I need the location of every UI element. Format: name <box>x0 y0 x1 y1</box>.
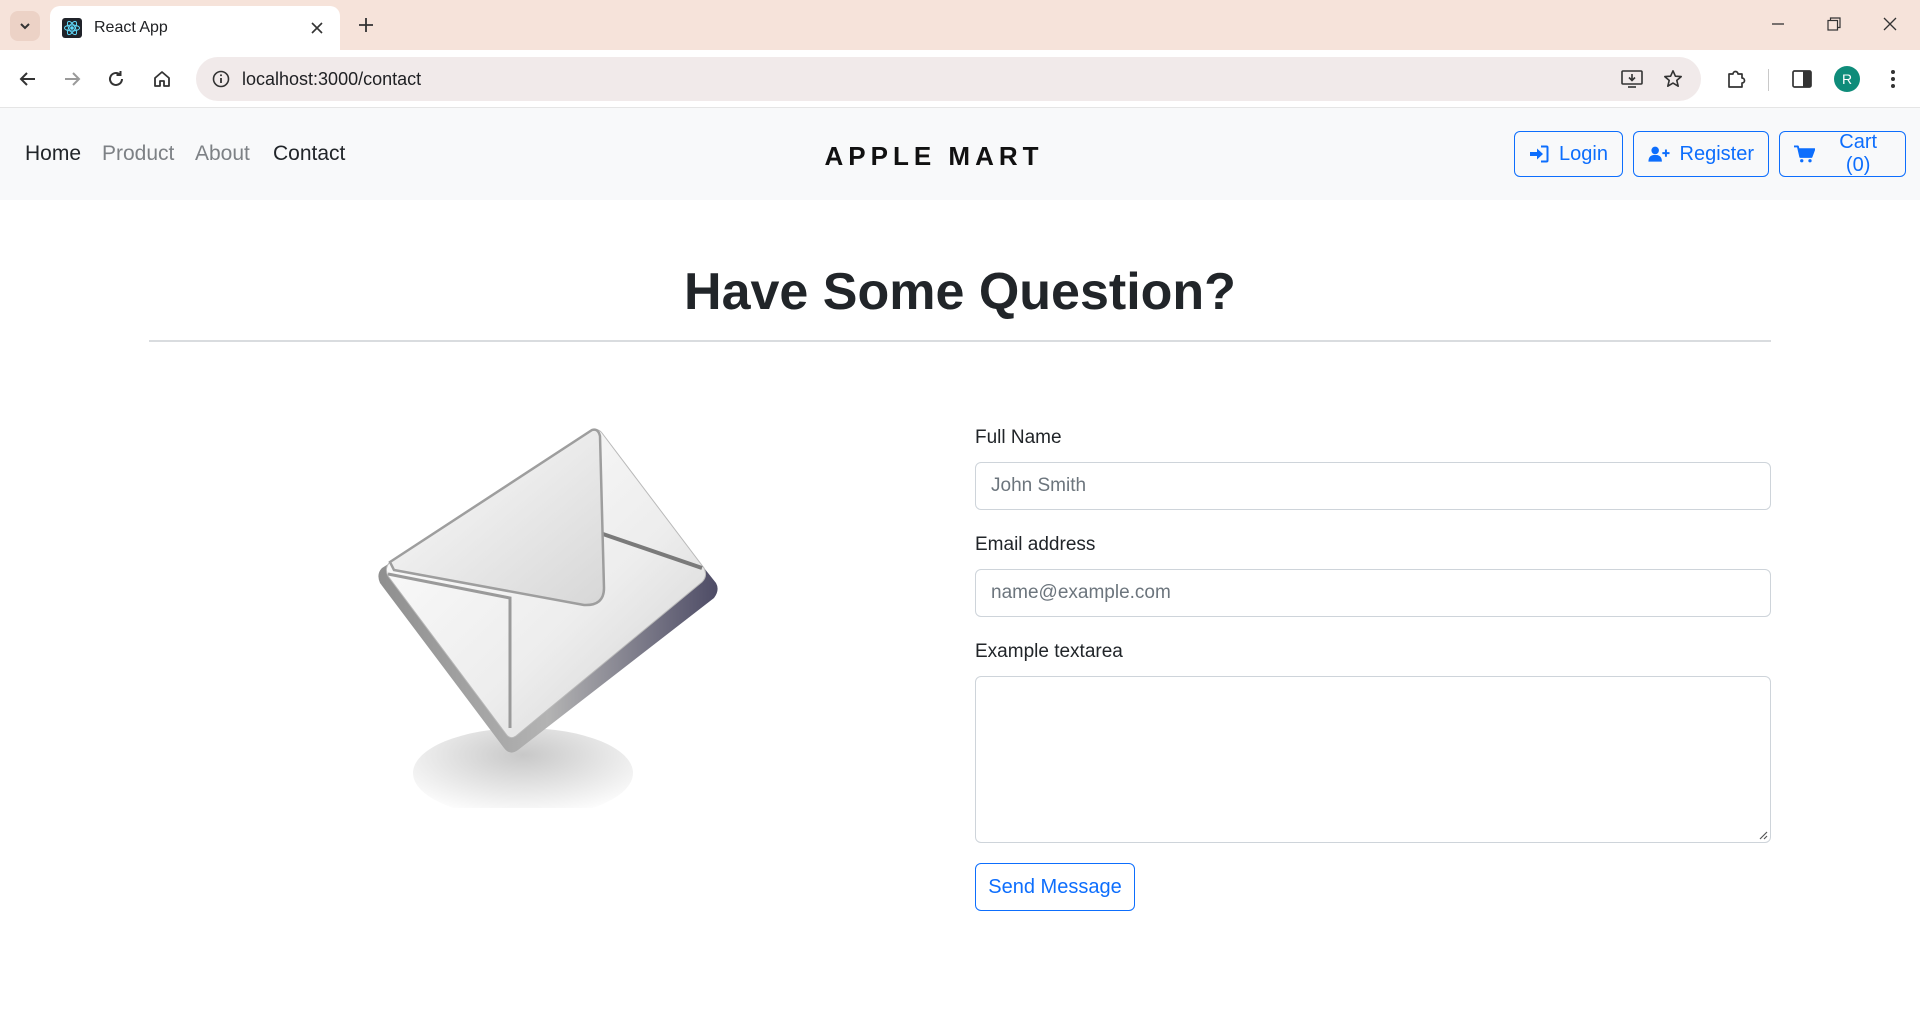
info-icon <box>212 70 230 88</box>
browser-menu-button[interactable] <box>1875 61 1911 97</box>
site-info-button[interactable] <box>206 64 236 94</box>
email-label: Email address <box>975 534 1096 555</box>
browser-tab[interactable]: React App <box>50 6 340 50</box>
register-button-label: Register <box>1679 142 1754 165</box>
page-title: Have Some Question? <box>684 263 1236 321</box>
close-icon <box>311 22 323 34</box>
side-panel-button[interactable] <box>1784 61 1820 97</box>
sign-in-icon <box>1530 145 1549 163</box>
chevron-down-icon <box>20 23 30 30</box>
star-icon <box>1664 70 1682 87</box>
message-label: Example textarea <box>975 641 1123 662</box>
tab-title: React App <box>94 19 168 36</box>
more-vertical-icon <box>1891 70 1895 88</box>
install-app-button[interactable] <box>1617 64 1647 94</box>
login-button-label: Login <box>1559 142 1608 165</box>
textarea-resize-handle[interactable] <box>1758 830 1768 840</box>
profile-avatar[interactable]: R <box>1834 66 1860 92</box>
cart-button-label: Cart (0) <box>1839 131 1878 176</box>
address-bar[interactable]: localhost:3000/contact <box>196 57 1701 101</box>
shopping-cart-icon <box>1794 145 1816 163</box>
send-message-button[interactable]: Send Message <box>975 863 1135 911</box>
home-icon <box>154 71 170 87</box>
url-text: localhost:3000/contact <box>242 69 422 89</box>
minimize-button[interactable] <box>1758 8 1798 40</box>
user-plus-icon <box>1648 146 1670 162</box>
restore-icon <box>1827 17 1841 31</box>
envelope-illustration <box>378 428 718 808</box>
email-placeholder: name@example.com <box>991 582 1171 603</box>
forward-button[interactable] <box>54 61 90 97</box>
restore-button[interactable] <box>1814 8 1854 40</box>
close-icon <box>1883 17 1897 31</box>
reload-button[interactable] <box>98 61 134 97</box>
bookmark-button[interactable] <box>1658 64 1688 94</box>
side-panel-icon <box>1792 70 1812 88</box>
close-tab-button[interactable] <box>306 17 328 39</box>
full-name-label: Full Name <box>975 427 1062 448</box>
tab-search-button[interactable] <box>10 11 40 41</box>
close-window-button[interactable] <box>1870 8 1910 40</box>
install-icon <box>1621 70 1643 88</box>
register-button[interactable]: Register <box>1633 131 1769 177</box>
back-button[interactable] <box>10 61 46 97</box>
react-logo-icon <box>62 18 82 38</box>
plus-icon <box>359 18 373 32</box>
minimize-icon <box>1772 23 1784 25</box>
full-name-input[interactable]: John Smith <box>975 462 1771 510</box>
browser-tab-strip: React App <box>0 0 1920 50</box>
new-tab-button[interactable] <box>352 11 380 39</box>
extensions-button[interactable] <box>1718 61 1754 97</box>
heading-divider <box>149 340 1771 342</box>
browser-toolbar: localhost:3000/contact R <box>0 50 1920 108</box>
home-button[interactable] <box>144 61 180 97</box>
login-button[interactable]: Login <box>1514 131 1623 177</box>
app-navbar: Home Product About Contact APPLE MART Lo… <box>0 108 1920 200</box>
email-input[interactable]: name@example.com <box>975 569 1771 617</box>
reload-icon <box>109 71 123 86</box>
arrow-right-icon <box>65 72 81 86</box>
cart-button[interactable]: Cart (0) <box>1779 131 1906 177</box>
message-textarea[interactable] <box>975 676 1771 843</box>
full-name-placeholder: John Smith <box>991 475 1087 496</box>
toolbar-separator <box>1768 69 1769 91</box>
puzzle-icon <box>1728 70 1746 88</box>
arrow-left-icon <box>19 72 35 86</box>
